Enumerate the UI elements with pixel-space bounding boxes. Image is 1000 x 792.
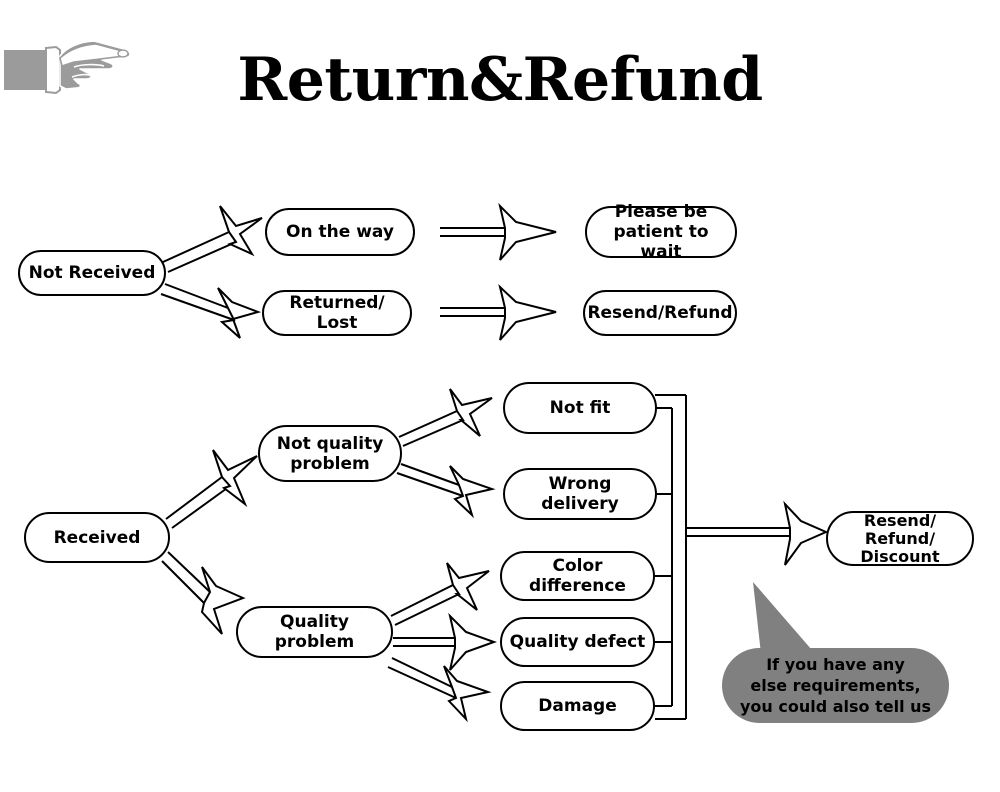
- page-title: Return&Refund: [237, 45, 763, 115]
- edge-received-notquality: [165, 449, 258, 529]
- edge-quality-damage: [387, 657, 492, 723]
- edge-manifold-outcome: [783, 500, 829, 566]
- node-returned-lost[interactable]: Returned/ Lost: [262, 290, 412, 336]
- node-quality-defect[interactable]: Quality defect: [500, 617, 655, 667]
- edge-notreceived-ontheway: [162, 205, 263, 273]
- edge-notreceived-returnedlost: [160, 283, 262, 339]
- node-wrong-delivery[interactable]: Wrong delivery: [503, 468, 657, 520]
- edge-quality-colordifference: [390, 562, 490, 626]
- node-resend-refund-discount[interactable]: Resend/ Refund/ Discount: [826, 511, 974, 566]
- node-received[interactable]: Received: [24, 512, 170, 563]
- node-damage[interactable]: Damage: [500, 681, 655, 731]
- callout-bubble: If you have any else requirements, you c…: [722, 648, 949, 723]
- edge-received-quality: [161, 551, 246, 635]
- node-please-be-patient[interactable]: Please be patient to wait: [585, 202, 737, 262]
- node-color-difference[interactable]: Color difference: [500, 551, 655, 601]
- node-on-the-way[interactable]: On the way: [265, 208, 415, 256]
- edge-ontheway-pleasewait: [440, 202, 557, 261]
- node-not-fit[interactable]: Not fit: [503, 382, 657, 434]
- node-not-quality-problem[interactable]: Not quality problem: [258, 425, 402, 482]
- edge-quality-qualitydefect: [393, 612, 497, 671]
- node-quality-problem[interactable]: Quality problem: [236, 606, 393, 658]
- node-not-received[interactable]: Not Received: [18, 250, 166, 296]
- edge-returnedlost-resendrefund: [440, 283, 557, 341]
- edge-notquality-wrongdelivery: [396, 463, 496, 519]
- node-resend-refund[interactable]: Resend/Refund: [583, 290, 737, 336]
- flowchart-canvas: Return&Refund Not Received On the way Pl…: [0, 0, 1000, 792]
- edge-notquality-notfit: [398, 388, 493, 447]
